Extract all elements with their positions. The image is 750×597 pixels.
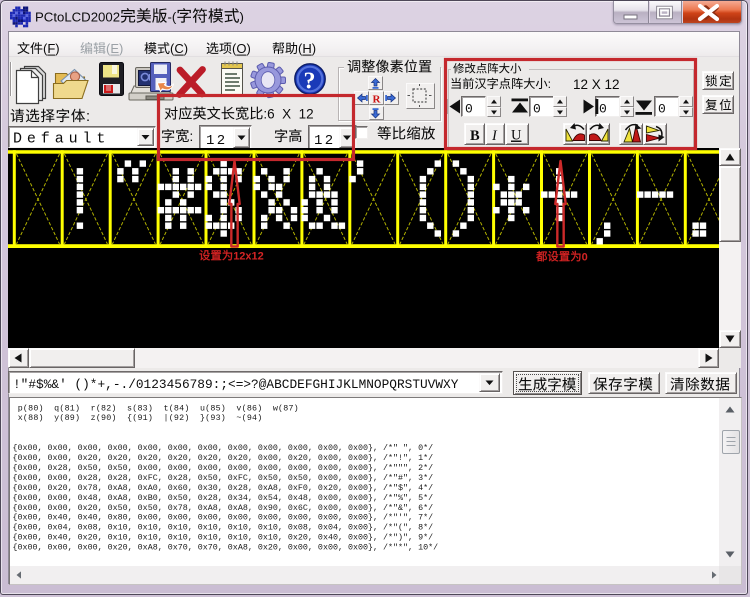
svg-text:{0x00, 0x00, 0x00, 0x00, 0x00,: {0x00, 0x00, 0x00, 0x00, 0x00, 0x00, 0x0… [13,443,434,453]
svg-text:PCtoLCD2002: PCtoLCD2002 [35,10,120,25]
svg-text:{0x00, 0x00, 0x20, 0x50, 0x50,: {0x00, 0x00, 0x20, 0x50, 0x50, 0x78, 0xA… [13,503,434,513]
svg-text:I: I [491,128,498,144]
svg-text:!"#$%&' ()*+,-./0123456789:;<=: !"#$%&' ()*+,-./0123456789:;<=>?@ABCDEFG… [13,377,459,392]
svg-text:12: 12 [314,133,336,149]
svg-text:12 X 12: 12 X 12 [573,77,620,92]
svg-text:{0x00, 0x00, 0x20, 0x20, 0x20,: {0x00, 0x00, 0x20, 0x20, 0x20, 0x20, 0x2… [13,453,434,463]
svg-text:U: U [511,128,522,144]
svg-text:0: 0 [658,102,666,117]
svg-text:{0x00, 0x40, 0x20, 0x10, 0x10,: {0x00, 0x40, 0x20, 0x10, 0x10, 0x10, 0x1… [13,533,434,543]
svg-text:{0x00, 0x04, 0x08, 0x10, 0x10,: {0x00, 0x04, 0x08, 0x10, 0x10, 0x10, 0x1… [13,523,434,533]
svg-text:(E): (E) [106,41,123,56]
svg-text:?: ? [304,69,316,95]
svg-text::: : [86,109,91,125]
svg-text::: : [189,129,193,145]
svg-text:R: R [373,94,382,106]
svg-text:(F): (F) [43,41,60,56]
svg-text::: : [548,77,551,91]
svg-text:{0x00, 0x40, 0x40, 0x80, 0x00,: {0x00, 0x40, 0x40, 0x80, 0x00, 0x00, 0x0… [13,513,434,523]
svg-text:B: B [470,128,480,144]
svg-text:x(88) y(89) z(90) {(91) |(: x(88) y(89) z(90) {(91) |(92) }(93) ~(94… [13,413,263,423]
svg-text:12: 12 [206,133,228,149]
svg-text:-(: -( [168,10,177,25]
svg-text:0: 0 [465,102,473,117]
svg-text:0: 0 [533,102,541,117]
svg-text:p(80) q(81) r(82) s(83) t(: p(80) q(81) r(82) s(83) t(84) u(85) v(86… [13,403,299,413]
svg-text:0: 0 [599,102,607,117]
svg-text:{0x00, 0x20, 0x78, 0xA8, 0xA0,: {0x00, 0x20, 0x78, 0xA8, 0xA0, 0x60, 0x3… [13,483,434,493]
svg-text:(O): (O) [232,41,251,56]
svg-text:(H): (H) [298,41,316,56]
svg-text:{0x00, 0x28, 0x50, 0x50, 0x00,: {0x00, 0x28, 0x50, 0x50, 0x00, 0x00, 0x0… [13,463,434,473]
svg-text:): ) [240,10,244,25]
svg-text:0: 0 [582,252,588,264]
svg-text:12x12: 12x12 [233,251,264,263]
svg-text:{0x00, 0x00, 0x48, 0xA8, 0xB0,: {0x00, 0x00, 0x48, 0xA8, 0xB0, 0x50, 0x2… [13,493,434,503]
svg-text:{0x00, 0x00, 0x00, 0x20, 0xA8,: {0x00, 0x00, 0x00, 0x20, 0xA8, 0x70, 0x7… [13,543,439,553]
svg-text::6 X 12: :6 X 12 [263,107,313,122]
svg-text:(C): (C) [170,41,188,56]
svg-text:{0x00, 0x00, 0x28, 0x28, 0xFC,: {0x00, 0x00, 0x28, 0x28, 0xFC, 0x28, 0x5… [13,473,434,483]
svg-text:Default: Default [13,131,110,148]
